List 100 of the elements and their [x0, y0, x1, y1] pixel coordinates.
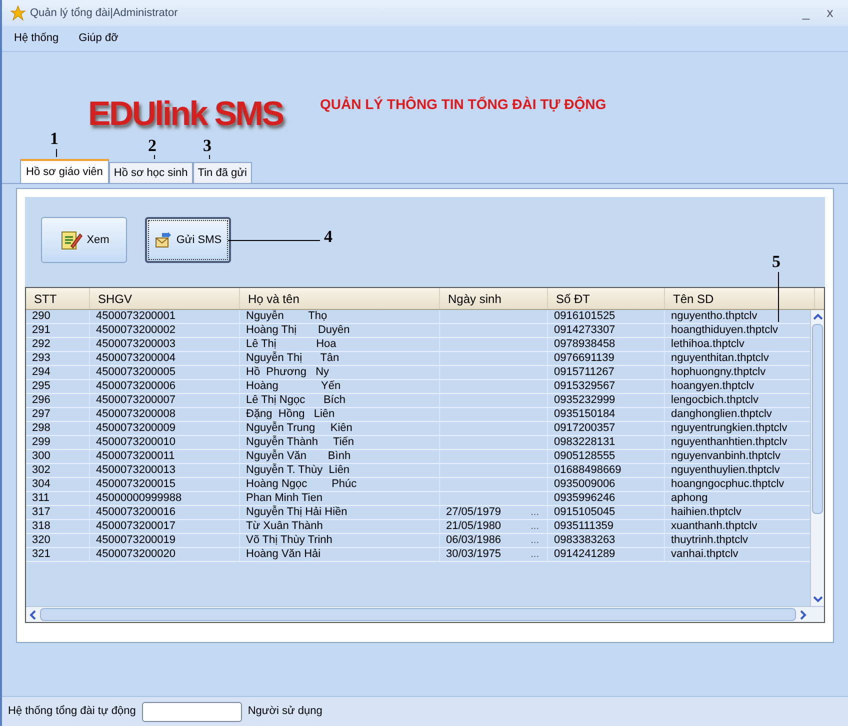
column-header[interactable]: Số ĐT [548, 288, 665, 309]
table-cell: 4500073200002 [96, 324, 176, 337]
annotation-number: 5 [772, 253, 780, 271]
status-label: Hệ thống tổng đài tự động [8, 704, 136, 720]
send-sms-button[interactable]: Gửi SMS [145, 217, 231, 263]
table-cell: 4500073200015 [96, 478, 176, 491]
table-cell: nguyentrungkien.thptclv [671, 422, 788, 435]
table-cell: Võ Thị Thùy Trinh [246, 534, 332, 547]
table-cell: 0935111359 [554, 520, 614, 533]
table-cell: Đặng Hồng Liên [246, 408, 335, 421]
table-cell: hoangngocphuc.thptclv [671, 478, 784, 491]
table-cell: 30/03/1975 [446, 548, 502, 561]
table-cell: nguyenthuylien.thptclv [671, 464, 780, 477]
table-cell: Nguyễn Thành Tiến [246, 436, 354, 449]
table-cell: 0983383263 [554, 534, 616, 547]
table-cell: 0915329567 [554, 380, 616, 393]
table-cell: 45000000999988 [96, 492, 182, 505]
table-cell: nguyenthanhtien.thptclv [671, 436, 788, 449]
table-cell: 21/05/1980 [446, 520, 502, 533]
annotation-number: 2 [148, 137, 156, 155]
envelope-arrow-icon [154, 231, 172, 249]
table-cell: 318 [32, 520, 50, 533]
menu-item[interactable]: Hệ thống [14, 30, 59, 47]
table-cell: 4500073200011 [96, 450, 175, 463]
table-cell: Phan Minh Tien [246, 492, 322, 505]
table-cell: nguyenvanbinh.thptclv [671, 450, 780, 463]
table-cell: Hoàng Thị Duyên [246, 324, 350, 337]
table-cell: 4500073200017 [96, 520, 176, 533]
table-cell: 0976691139 [554, 352, 614, 365]
table-cell: 4500073200003 [96, 338, 176, 351]
column-header[interactable]: SHGV [90, 288, 240, 309]
column-header[interactable]: STT [26, 288, 90, 309]
table-cell: 300 [32, 450, 50, 463]
table-cell: 01688498669 [554, 464, 622, 477]
table-cell: Hoàng Ngọc Phúc [246, 478, 357, 491]
tab[interactable]: Tin đã gửi [192, 162, 252, 183]
table-cell: aphong [671, 492, 708, 505]
table-cell: Hồ Phương Ny [246, 366, 330, 379]
table-cell: 0978938458 [554, 338, 616, 351]
table-cell: 295 [32, 380, 50, 393]
minimize-button[interactable]: _ [796, 3, 816, 23]
table-cell: Nguyễn T. Thùy Liên [246, 464, 350, 477]
table-cell: Từ Xuân Thành [246, 520, 323, 533]
table-cell: 294 [32, 366, 50, 379]
table-cell: 0935232999 [554, 394, 616, 407]
date-picker-button[interactable]: ... [530, 548, 539, 561]
table-cell: 4500073200016 [96, 506, 176, 519]
table-cell: 4500073200001 [96, 310, 176, 323]
table-cell: 0914273307 [554, 324, 616, 337]
leader-line [778, 272, 779, 322]
table-cell: 0917200357 [554, 422, 616, 435]
date-picker-button[interactable]: ... [530, 534, 539, 547]
vertical-scrollbar[interactable] [810, 310, 824, 606]
header-title: QUẢN LÝ THÔNG TIN TỔNG ĐÀI TỰ ĐỘNG [320, 95, 606, 114]
menu-item[interactable]: Giúp đỡ [78, 30, 118, 47]
column-header[interactable]: Ngày sinh [440, 288, 548, 309]
date-picker-button[interactable]: ... [530, 520, 539, 533]
table-cell: 06/03/1986 [446, 534, 502, 547]
table-cell: 4500073200006 [96, 380, 176, 393]
table-cell: hophuongny.thptclv [671, 366, 766, 379]
horizontal-scrollbar[interactable] [26, 606, 824, 622]
table-cell: nguyentho.thptclv [671, 310, 758, 323]
table-cell: Nguyễn Văn Bình [246, 450, 351, 463]
table-cell: 290 [32, 310, 50, 323]
table-cell: 0915711267 [554, 366, 614, 379]
table-cell: 302 [32, 464, 50, 477]
tab[interactable]: Hồ sơ học sinh [108, 162, 193, 183]
table-cell: 0915105045 [554, 506, 616, 519]
star-icon [10, 5, 26, 21]
annotation-number: 3 [203, 137, 212, 155]
table-cell: 296 [32, 394, 50, 407]
table-cell: 299 [32, 436, 50, 449]
table-cell: 297 [32, 408, 50, 421]
view-button[interactable]: Xem [41, 217, 127, 263]
table-cell: 4500073200020 [96, 548, 176, 561]
table-cell: Hoàng Văn Hải [246, 548, 321, 561]
annotation-number: 4 [324, 228, 332, 246]
table-cell: 0935009006 [554, 478, 616, 491]
table-cell: hoangthiduyen.thptclv [671, 324, 778, 337]
table-cell: 291 [32, 324, 50, 337]
tab[interactable]: Hồ sơ giáo viên [20, 159, 109, 183]
table-cell: Nguyễn Trung Kiên [246, 422, 352, 435]
close-button[interactable]: x [820, 3, 840, 23]
status-field[interactable] [142, 702, 242, 722]
table-cell: 4500073200010 [96, 436, 176, 449]
table-cell: 0935150184 [554, 408, 616, 421]
date-picker-button[interactable]: ... [530, 506, 539, 519]
table-cell: 0916101525 [554, 310, 616, 323]
table-cell: 293 [32, 352, 50, 365]
table-cell: Hoàng Yến [246, 380, 341, 393]
table-cell: vanhai.thptclv [671, 548, 738, 561]
status-user-label: Người sử dụng [248, 704, 322, 720]
table-cell: 0914241289 [554, 548, 616, 561]
logo: EDUlink SMS [88, 96, 283, 132]
table-cell: 311 [32, 492, 50, 505]
leader-line [56, 149, 57, 157]
table-cell: xuanthanh.thptclv [671, 520, 758, 533]
table-cell: 4500073200019 [96, 534, 176, 547]
table-cell: 0935996246 [554, 492, 616, 505]
column-header[interactable]: Họ và tên [240, 288, 440, 309]
